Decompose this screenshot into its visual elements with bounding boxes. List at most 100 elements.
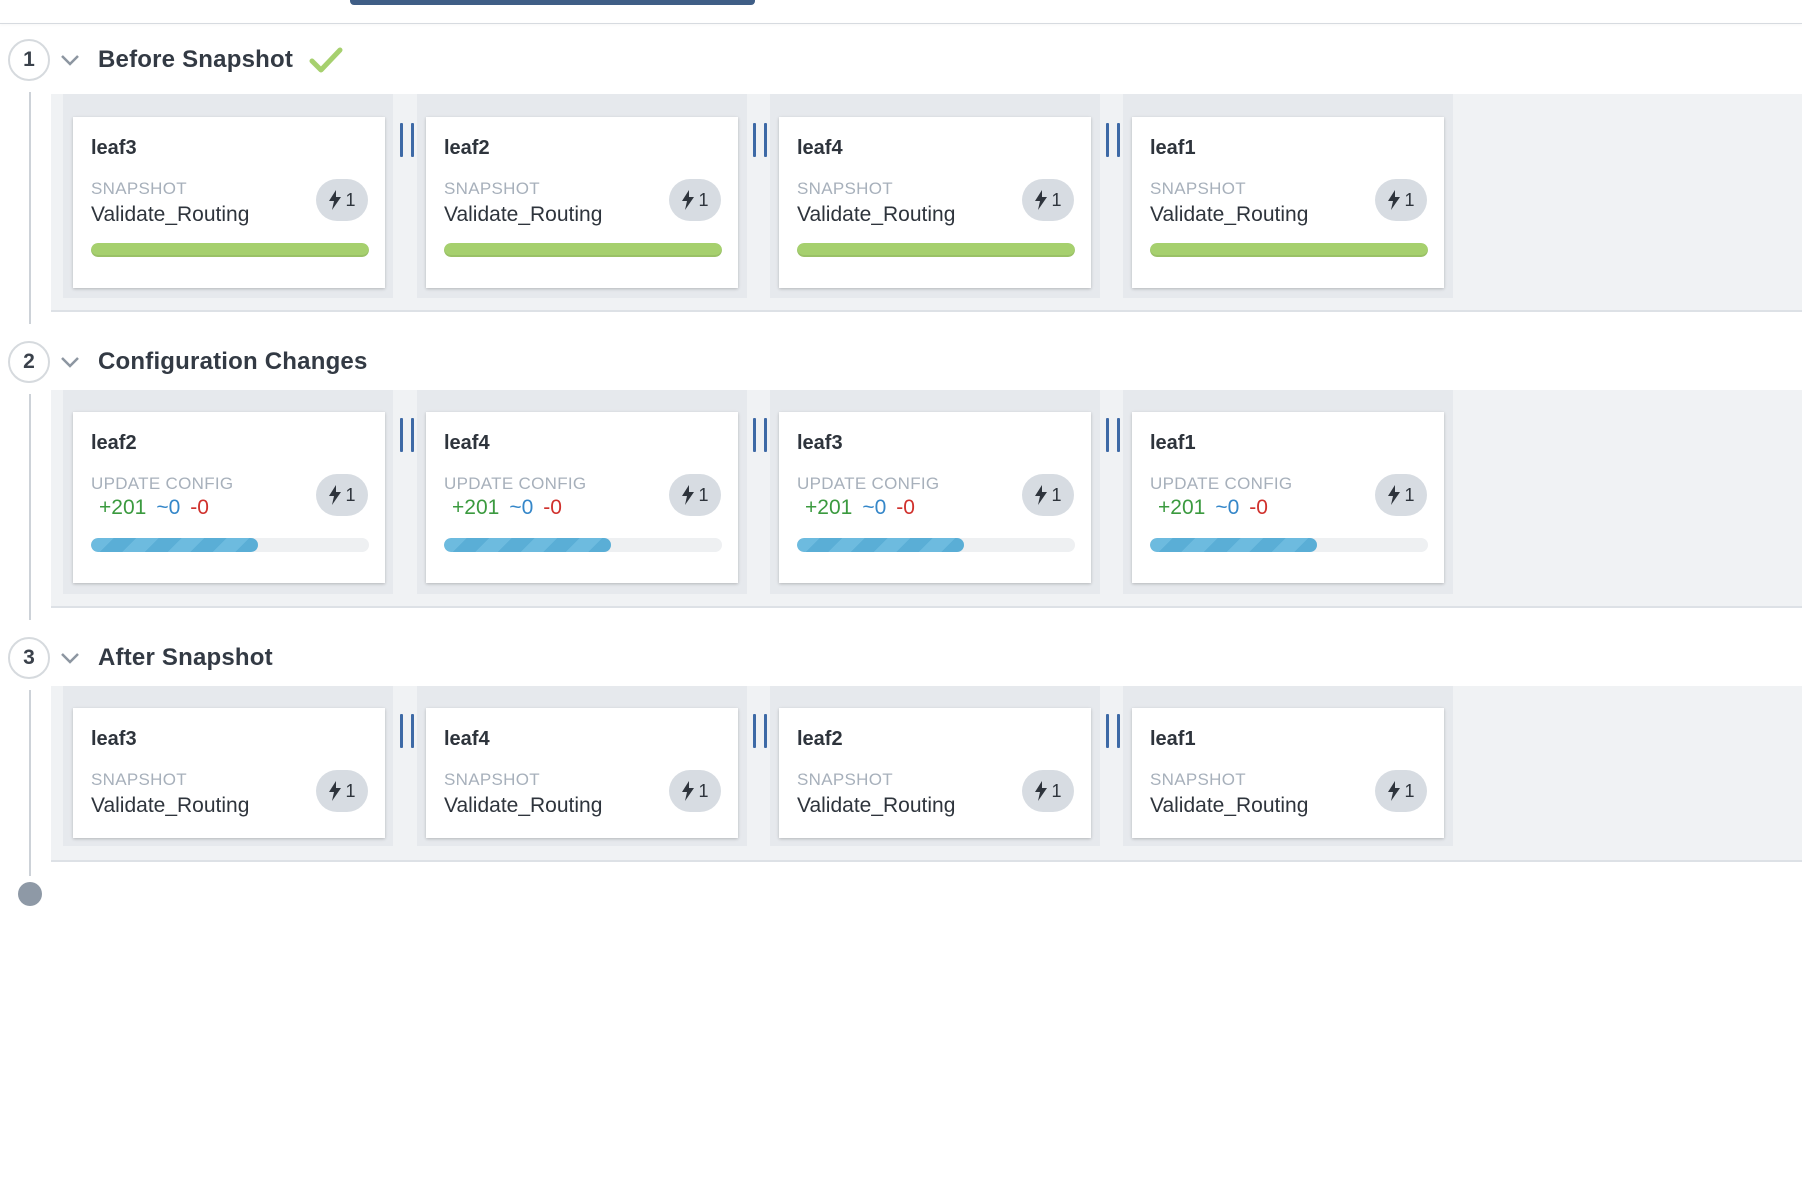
event-count: 1 bbox=[1404, 780, 1415, 801]
device-name: leaf1 bbox=[1150, 728, 1196, 750]
stage-header: 1 Before Snapshot bbox=[8, 38, 343, 82]
device-card[interactable]: leaf2 SNAPSHOT Validate_Routing 1 bbox=[426, 117, 738, 288]
lines-modified: ~0 bbox=[509, 496, 534, 519]
config-diff: +201 ~0 -0 bbox=[99, 496, 209, 520]
stage-cards-container: leaf2 UPDATE CONFIG +201 ~0 -0 1 leaf4 U… bbox=[51, 390, 1802, 608]
task-kind: SNAPSHOT bbox=[91, 770, 187, 789]
task-value: Validate_Routing bbox=[444, 794, 603, 817]
parallel-icon bbox=[1106, 714, 1120, 748]
lines-modified: ~0 bbox=[1215, 496, 1240, 519]
stage-title: After Snapshot bbox=[98, 644, 273, 671]
event-count: 1 bbox=[1051, 189, 1062, 210]
event-count: 1 bbox=[1404, 189, 1415, 210]
event-badge[interactable]: 1 bbox=[669, 474, 721, 516]
event-badge[interactable]: 1 bbox=[1022, 179, 1074, 221]
progress-bar bbox=[797, 243, 1075, 257]
task-kind: UPDATE CONFIG bbox=[444, 474, 587, 493]
parallel-icon bbox=[753, 418, 767, 452]
progress-fill bbox=[444, 538, 611, 552]
event-count: 1 bbox=[1404, 484, 1415, 505]
task-kind: SNAPSHOT bbox=[1150, 179, 1246, 198]
workflow-page: 1 Before Snapshot leaf3 SNAPSHOT Validat… bbox=[0, 0, 1802, 1190]
event-count: 1 bbox=[345, 484, 356, 505]
stage-header: 2 Configuration Changes bbox=[8, 340, 368, 384]
device-card[interactable]: leaf1 UPDATE CONFIG +201 ~0 -0 1 bbox=[1132, 412, 1444, 583]
progress-bar bbox=[91, 538, 369, 552]
event-count: 1 bbox=[345, 780, 356, 801]
check-icon bbox=[309, 46, 343, 74]
lightning-bolt-icon bbox=[1388, 190, 1401, 210]
event-badge[interactable]: 1 bbox=[1375, 474, 1427, 516]
device-card[interactable]: leaf4 UPDATE CONFIG +201 ~0 -0 1 bbox=[426, 412, 738, 583]
event-badge[interactable]: 1 bbox=[1375, 179, 1427, 221]
progress-fill bbox=[1150, 538, 1317, 552]
task-kind: UPDATE CONFIG bbox=[1150, 474, 1293, 493]
chevron-down-icon[interactable] bbox=[60, 50, 80, 70]
device-card[interactable]: leaf3 SNAPSHOT Validate_Routing 1 bbox=[73, 117, 385, 288]
stage-title: Before Snapshot bbox=[98, 46, 294, 73]
lightning-bolt-icon bbox=[329, 485, 342, 505]
stage-header: 3 After Snapshot bbox=[8, 636, 273, 680]
event-badge[interactable]: 1 bbox=[316, 474, 368, 516]
lines-added: +201 bbox=[1158, 496, 1206, 519]
task-value: Validate_Routing bbox=[1150, 794, 1309, 817]
device-name: leaf2 bbox=[91, 432, 137, 454]
event-count: 1 bbox=[1051, 484, 1062, 505]
event-count: 1 bbox=[1051, 780, 1062, 801]
config-diff: +201 ~0 -0 bbox=[452, 496, 562, 520]
device-card[interactable]: leaf4 SNAPSHOT Validate_Routing 1 bbox=[426, 708, 738, 838]
lines-modified: ~0 bbox=[156, 496, 181, 519]
device-card[interactable]: leaf2 UPDATE CONFIG +201 ~0 -0 1 bbox=[73, 412, 385, 583]
timeline-end-dot bbox=[18, 882, 42, 906]
event-badge[interactable]: 1 bbox=[1375, 770, 1427, 812]
device-name: leaf3 bbox=[91, 137, 137, 159]
stage-title: Configuration Changes bbox=[98, 348, 368, 375]
parallel-icon bbox=[400, 123, 414, 157]
config-diff: +201 ~0 -0 bbox=[1158, 496, 1268, 520]
timeline-connector bbox=[29, 92, 31, 324]
chevron-down-icon[interactable] bbox=[60, 648, 80, 668]
event-badge[interactable]: 1 bbox=[1022, 770, 1074, 812]
device-card[interactable]: leaf4 SNAPSHOT Validate_Routing 1 bbox=[779, 117, 1091, 288]
device-name: leaf2 bbox=[797, 728, 843, 750]
parallel-icon bbox=[400, 418, 414, 452]
lightning-bolt-icon bbox=[682, 190, 695, 210]
progress-bar bbox=[1150, 243, 1428, 257]
progress-fill bbox=[797, 538, 964, 552]
device-card[interactable]: leaf2 SNAPSHOT Validate_Routing 1 bbox=[779, 708, 1091, 838]
lines-removed: -0 bbox=[543, 496, 562, 519]
lines-added: +201 bbox=[99, 496, 147, 519]
task-value: Validate_Routing bbox=[91, 794, 250, 817]
event-badge[interactable]: 1 bbox=[316, 179, 368, 221]
lightning-bolt-icon bbox=[1388, 485, 1401, 505]
task-kind: SNAPSHOT bbox=[797, 179, 893, 198]
device-card[interactable]: leaf1 SNAPSHOT Validate_Routing 1 bbox=[1132, 708, 1444, 838]
device-card[interactable]: leaf3 UPDATE CONFIG +201 ~0 -0 1 bbox=[779, 412, 1091, 583]
lightning-bolt-icon bbox=[682, 485, 695, 505]
device-name: leaf4 bbox=[444, 728, 490, 750]
timeline-connector bbox=[29, 690, 31, 876]
top-divider bbox=[0, 23, 1802, 24]
lightning-bolt-icon bbox=[1388, 781, 1401, 801]
task-value: Validate_Routing bbox=[797, 203, 956, 226]
event-badge[interactable]: 1 bbox=[669, 770, 721, 812]
task-value: Validate_Routing bbox=[91, 203, 250, 226]
stage-number: 2 bbox=[8, 341, 50, 383]
device-card[interactable]: leaf3 SNAPSHOT Validate_Routing 1 bbox=[73, 708, 385, 838]
parallel-icon bbox=[753, 714, 767, 748]
parallel-icon bbox=[753, 123, 767, 157]
task-kind: SNAPSHOT bbox=[797, 770, 893, 789]
progress-fill bbox=[1150, 243, 1428, 257]
event-badge[interactable]: 1 bbox=[1022, 474, 1074, 516]
device-name: leaf3 bbox=[91, 728, 137, 750]
progress-fill bbox=[91, 243, 369, 257]
device-card[interactable]: leaf1 SNAPSHOT Validate_Routing 1 bbox=[1132, 117, 1444, 288]
event-count: 1 bbox=[698, 780, 709, 801]
event-count: 1 bbox=[698, 189, 709, 210]
event-badge[interactable]: 1 bbox=[316, 770, 368, 812]
chevron-down-icon[interactable] bbox=[60, 352, 80, 372]
active-tab-indicator[interactable] bbox=[350, 0, 755, 5]
event-badge[interactable]: 1 bbox=[669, 179, 721, 221]
lines-removed: -0 bbox=[190, 496, 209, 519]
task-value: Validate_Routing bbox=[797, 794, 956, 817]
